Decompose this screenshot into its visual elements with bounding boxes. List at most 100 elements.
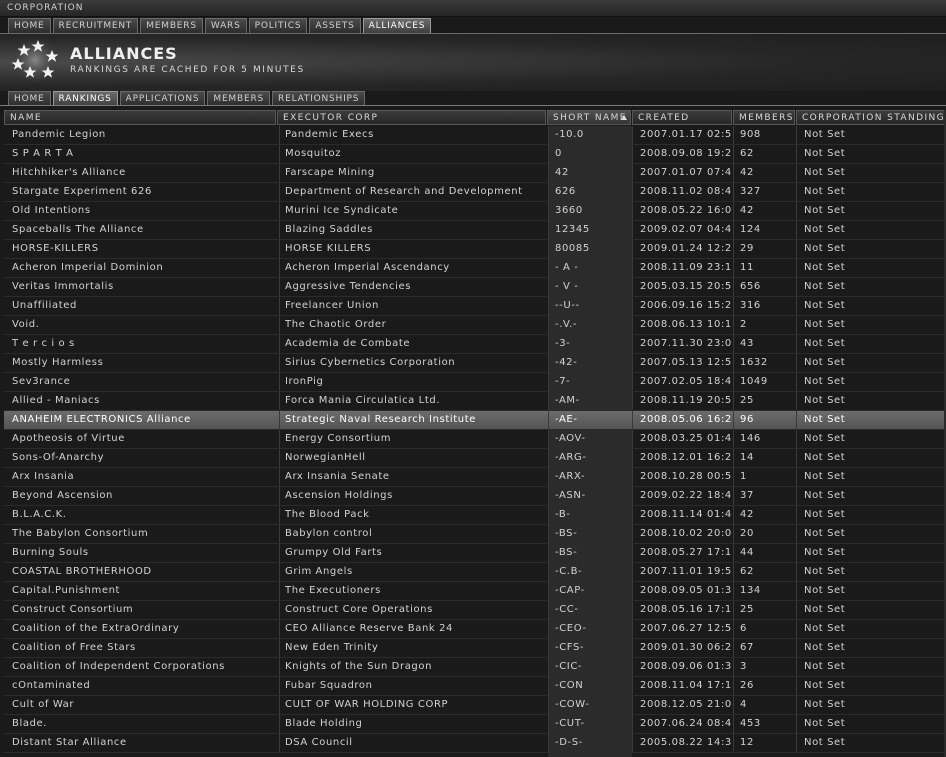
tab-alliances[interactable]: ALLIANCES — [362, 18, 432, 33]
column-separator — [279, 259, 280, 277]
tab-wars[interactable]: WARS — [204, 18, 247, 33]
tab-members[interactable]: MEMBERS — [140, 18, 203, 33]
cell-member-count: 4 — [740, 699, 747, 710]
subtab-members[interactable]: MEMBERS — [207, 91, 271, 106]
table-row[interactable]: Distant Star Alliance DSA Council -D-S- 200… — [4, 734, 946, 753]
cell-executor-corp: Grim Angels — [285, 566, 353, 577]
tab-assets[interactable]: ASSETS — [309, 18, 361, 33]
table-row[interactable]: Construct Consortium Construct Core Opera… — [4, 601, 946, 620]
cell-member-count: 96 — [740, 414, 754, 425]
table-row[interactable]: ANAHEIM ELECTRONICS Alliance Strategic Na… — [4, 411, 946, 430]
table-row[interactable]: COASTAL BROTHERHOOD Grim Angels -C.B- 2007.… — [4, 563, 946, 582]
table-row[interactable]: cOntaminated Fubar Squadron -CON 2008.11.04… — [4, 677, 946, 696]
table-row[interactable]: Void. The Chaotic Order -.V.- 2008.06.13 10… — [4, 316, 946, 335]
column-separator — [548, 202, 549, 220]
column-separator — [279, 221, 280, 239]
cell-alliance-name: Stargate Experiment 626 — [12, 186, 152, 197]
column-header-short-name[interactable]: SHORT NAME — [547, 110, 631, 125]
table-row[interactable]: Mostly Harmless Sirius Cybernetics Corpor… — [4, 354, 946, 373]
cell-member-count: 29 — [740, 243, 754, 254]
table-row[interactable]: Burning Souls Grumpy Old Farts -BS- 2008.05… — [4, 544, 946, 563]
cell-short-name: -AE- — [555, 414, 578, 425]
table-row[interactable]: Coalition of the ExtraOrdinary CEO Allian… — [4, 620, 946, 639]
column-separator — [279, 582, 280, 600]
column-separator — [733, 297, 734, 315]
column-separator — [733, 240, 734, 258]
sub-tab-bar: HOME RANKINGS APPLICATIONS MEMBERS RELATIONS… — [8, 91, 367, 106]
cell-executor-corp: IronPig — [285, 376, 324, 387]
table-row[interactable]: Veritas Immortalis Aggressive Tendencies -… — [4, 278, 946, 297]
table-row[interactable]: Coalition of Free Stars New Eden Trinity -… — [4, 639, 946, 658]
cell-created-date: 2009.01.24 12:25 — [640, 243, 732, 254]
cell-member-count: 44 — [740, 547, 754, 558]
cell-created-date: 2008.10.28 00:50 — [640, 471, 732, 482]
table-row[interactable]: Sev3rance IronPig -7- 2007.02.05 18:46 1049 N… — [4, 373, 946, 392]
column-separator — [733, 392, 734, 410]
column-separator — [632, 487, 633, 505]
column-header-name[interactable]: NAME — [4, 110, 276, 125]
table-row[interactable]: S P A R T A Mosquitoz 0 2008.09.08 19:27 62 N… — [4, 145, 946, 164]
cell-created-date: 2007.06.27 12:50 — [640, 623, 732, 634]
table-row[interactable]: Cult of War CULT OF WAR HOLDING CORP -COW-… — [4, 696, 946, 715]
cell-alliance-name: Coalition of Independent Corporations — [12, 661, 225, 672]
table-row[interactable]: Old Intentions Murini Ice Syndicate 3660 20… — [4, 202, 946, 221]
column-header-created[interactable]: CREATED — [632, 110, 732, 125]
tab-politics[interactable]: POLITICS — [248, 18, 308, 33]
column-separator — [733, 259, 734, 277]
column-separator — [733, 373, 734, 391]
table-row[interactable]: Apotheosis of Virtue Energy Consortium -AO… — [4, 430, 946, 449]
table-row[interactable]: Beyond Ascension Ascension Holdings -ASN- 2… — [4, 487, 946, 506]
table-row[interactable]: Stargate Experiment 626 Department of Res… — [4, 183, 946, 202]
subtab-home[interactable]: HOME — [8, 91, 51, 106]
table-row[interactable]: Pandemic Legion Pandemic Execs -10.0 2007.0… — [4, 126, 946, 145]
column-header-corporation-standing[interactable]: CORPORATION STANDING — [796, 110, 946, 125]
column-separator — [548, 658, 549, 676]
subtab-applications[interactable]: APPLICATIONS — [119, 91, 206, 106]
column-header-short-name-label: SHORT NAME — [553, 113, 627, 123]
table-row[interactable]: Allied - Maniacs Forca Mania Circulatica … — [4, 392, 946, 411]
column-header-executor-corp[interactable]: EXECUTOR CORP — [277, 110, 546, 125]
tab-recruitment[interactable]: RECRUITMENT — [52, 18, 139, 33]
column-separator — [796, 582, 797, 600]
column-separator — [796, 202, 797, 220]
column-separator — [548, 449, 549, 467]
cell-short-name: - V - — [555, 281, 579, 292]
table-row[interactable]: Arx Insania Arx Insania Senate -ARX- 2008.1… — [4, 468, 946, 487]
table-row[interactable]: Sons-Of-Anarchy NorwegianHell -ARG- 2008.12… — [4, 449, 946, 468]
cell-alliance-name: The Babylon Consortium — [12, 528, 149, 539]
cell-member-count: 316 — [740, 300, 761, 311]
subtab-rankings[interactable]: RANKINGS — [52, 91, 118, 106]
cell-corporation-standing: Not Set — [804, 395, 846, 406]
table-row[interactable]: Acheron Imperial Dominion Acheron Imperia… — [4, 259, 946, 278]
table-row[interactable]: Blade. Blade Holding -CUT- 2007.06.24 08:49… — [4, 715, 946, 734]
cell-created-date: 2009.02.22 18:47 — [640, 490, 732, 501]
cell-corporation-standing: Not Set — [804, 300, 846, 311]
cell-member-count: 42 — [740, 167, 754, 178]
column-separator — [548, 601, 549, 619]
tab-home[interactable]: HOME — [8, 18, 51, 33]
cell-short-name: -BS- — [555, 528, 578, 539]
cell-alliance-name: cOntaminated — [12, 680, 91, 691]
cell-alliance-name: Arx Insania — [12, 471, 75, 482]
column-separator — [632, 373, 633, 391]
table-row[interactable]: The Babylon Consortium Babylon control -BS… — [4, 525, 946, 544]
table-row[interactable]: Hitchhiker's Alliance Farscape Mining 42 20… — [4, 164, 946, 183]
table-row[interactable]: Unaffiliated Freelancer Union --U-- 2006.09… — [4, 297, 946, 316]
table-row[interactable]: B.L.A.C.K. The Blood Pack -B- 2008.11.14 01… — [4, 506, 946, 525]
cell-executor-corp: NorwegianHell — [285, 452, 366, 463]
table-row[interactable]: T e r c i o s Academia de Combate -3- 2007.… — [4, 335, 946, 354]
column-separator — [548, 734, 549, 752]
column-separator — [796, 221, 797, 239]
column-header-members[interactable]: MEMBERS — [733, 110, 795, 125]
table-row[interactable]: Spaceballs The Alliance Blazing Saddles 12… — [4, 221, 946, 240]
subtab-relationships[interactable]: RELATIONSHIPS — [272, 91, 366, 106]
cell-corporation-standing: Not Set — [804, 376, 846, 387]
column-separator — [733, 563, 734, 581]
table-row[interactable]: HORSE-KILLERS HORSE KILLERS 80085 2009.01.2… — [4, 240, 946, 259]
column-separator — [279, 240, 280, 258]
column-separator — [632, 620, 633, 638]
column-separator — [548, 221, 549, 239]
table-row[interactable]: Capital.Punishment The Executioners -CAP- 2… — [4, 582, 946, 601]
table-row[interactable]: Coalition of Independent Corporations Kni… — [4, 658, 946, 677]
column-separator — [632, 259, 633, 277]
